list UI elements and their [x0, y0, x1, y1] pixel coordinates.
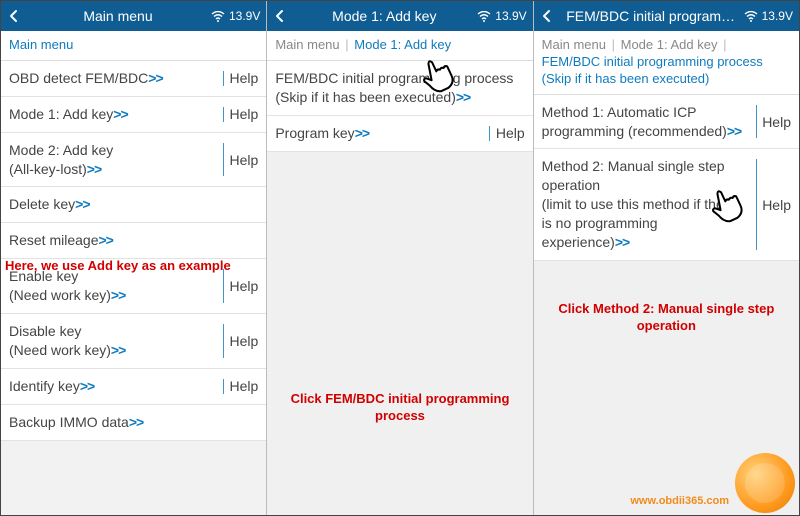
list-item-label: Identify key>> [9, 377, 215, 396]
breadcrumb: Main menu [1, 31, 266, 61]
empty-area [534, 261, 799, 515]
list-item-label: Disable key(Need work key)>> [9, 322, 215, 360]
list-item-label: Method 2: Manual single step operation(l… [542, 157, 748, 251]
breadcrumb-sep: | [721, 37, 728, 52]
divider [223, 269, 224, 303]
voltage-label: 13.9V [762, 9, 793, 23]
header-status: 13.9V [744, 9, 793, 23]
chevron-right-icon: >> [87, 161, 101, 177]
help-link[interactable]: Help [230, 333, 259, 349]
header-title: FEM/BDC initial program… [558, 8, 744, 24]
chevron-right-icon: >> [111, 342, 125, 358]
list-item[interactable]: Mode 1: Add key>> Help [1, 97, 266, 133]
header-bar: FEM/BDC initial program… 13.9V [534, 1, 799, 31]
chevron-right-icon: >> [456, 89, 470, 105]
wifi-icon [211, 11, 225, 22]
empty-area [267, 152, 532, 515]
chevron-right-icon: >> [99, 232, 113, 248]
wifi-icon [477, 11, 491, 22]
divider [489, 126, 490, 141]
breadcrumb: Main menu | Mode 1: Add key | FEM/BDC in… [534, 31, 799, 95]
breadcrumb-item-active[interactable]: FEM/BDC initial programming process (Ski… [542, 54, 763, 86]
help-link[interactable]: Help [762, 197, 791, 213]
list-item[interactable]: Delete key>>Help [1, 187, 266, 223]
list-item[interactable]: Mode 2: Add key(All-key-lost)>> Help [1, 133, 266, 188]
list-item[interactable]: Program key>> Help [267, 116, 532, 152]
divider [223, 143, 224, 177]
menu-list: Method 1: Automatic ICP programming (rec… [534, 95, 799, 261]
voltage-label: 13.9V [495, 9, 526, 23]
list-item[interactable]: OBD detect FEM/BDC>> Help [1, 61, 266, 97]
chevron-right-icon: >> [75, 196, 89, 212]
chevron-right-icon: >> [113, 106, 127, 122]
divider [223, 324, 224, 358]
divider [756, 159, 757, 249]
header-status: 13.9V [211, 9, 260, 23]
chevron-right-icon: >> [727, 123, 741, 139]
list-item[interactable]: Reset mileage>>Help [1, 223, 266, 259]
back-icon[interactable] [540, 9, 554, 23]
header-title: Main menu [25, 8, 211, 24]
panel-main-menu: Main menu 13.9V Main menu OBD detect FEM… [1, 1, 267, 515]
voltage-label: 13.9V [229, 9, 260, 23]
list-item-label: FEM/BDC initial programming process(Skip… [275, 69, 524, 107]
list-item-label: Enable key(Need work key)>> [9, 267, 215, 305]
chevron-right-icon: >> [111, 287, 125, 303]
breadcrumb: Main menu | Mode 1: Add key [267, 31, 532, 61]
help-link[interactable]: Help [496, 125, 525, 141]
back-icon[interactable] [273, 9, 287, 23]
header-bar: Main menu 13.9V [1, 1, 266, 31]
list-item[interactable]: Identify key>> Help [1, 369, 266, 405]
divider [223, 379, 224, 394]
chevron-right-icon: >> [80, 378, 94, 394]
help-link[interactable]: Help [762, 114, 791, 130]
breadcrumb-item[interactable]: Mode 1: Add key [354, 37, 451, 52]
list-item[interactable]: Enable key(Need work key)>> Help [1, 259, 266, 314]
divider [223, 107, 224, 122]
breadcrumb-sep: | [610, 37, 617, 52]
breadcrumb-item[interactable]: Main menu [9, 37, 73, 52]
breadcrumb-item[interactable]: Main menu [275, 37, 339, 52]
list-item-label: Backup IMMO data>> [9, 413, 258, 432]
panel-mode1-add-key: Mode 1: Add key 13.9V Main menu | Mode 1… [267, 1, 533, 515]
header-status: 13.9V [477, 9, 526, 23]
list-item-label: Program key>> [275, 124, 481, 143]
chevron-right-icon: >> [355, 125, 369, 141]
help-link[interactable]: Help [230, 152, 259, 168]
menu-list: OBD detect FEM/BDC>>HelpMode 1: Add key>… [1, 61, 266, 441]
list-item[interactable]: FEM/BDC initial programming process(Skip… [267, 61, 532, 116]
divider [756, 105, 757, 139]
breadcrumb-sep: | [343, 37, 350, 52]
breadcrumb-item[interactable]: Main menu [542, 37, 606, 52]
list-item-label: Mode 1: Add key>> [9, 105, 215, 124]
panel-fem-bdc-init: FEM/BDC initial program… 13.9V Main menu… [534, 1, 799, 515]
wifi-icon [744, 11, 758, 22]
list-item[interactable]: Method 1: Automatic ICP programming (rec… [534, 95, 799, 150]
chevron-right-icon: >> [129, 414, 143, 430]
list-item-label: Mode 2: Add key(All-key-lost)>> [9, 141, 215, 179]
list-item-label: Method 1: Automatic ICP programming (rec… [542, 103, 748, 141]
help-link[interactable]: Help [230, 378, 259, 394]
list-item[interactable]: Disable key(Need work key)>> Help [1, 314, 266, 369]
list-item-label: Reset mileage>> [9, 231, 258, 250]
list-item[interactable]: Method 2: Manual single step operation(l… [534, 149, 799, 260]
chevron-right-icon: >> [148, 70, 162, 86]
divider [223, 71, 224, 86]
back-icon[interactable] [7, 9, 21, 23]
header-title: Mode 1: Add key [291, 8, 477, 24]
list-item-label: Delete key>> [9, 195, 258, 214]
menu-list: FEM/BDC initial programming process(Skip… [267, 61, 532, 152]
list-item[interactable]: Backup IMMO data>>Help [1, 405, 266, 441]
chevron-right-icon: >> [615, 234, 629, 250]
breadcrumb-item[interactable]: Mode 1: Add key [621, 37, 718, 52]
help-link[interactable]: Help [230, 278, 259, 294]
help-link[interactable]: Help [230, 70, 259, 86]
list-item-label: OBD detect FEM/BDC>> [9, 69, 215, 88]
header-bar: Mode 1: Add key 13.9V [267, 1, 532, 31]
help-link[interactable]: Help [230, 106, 259, 122]
